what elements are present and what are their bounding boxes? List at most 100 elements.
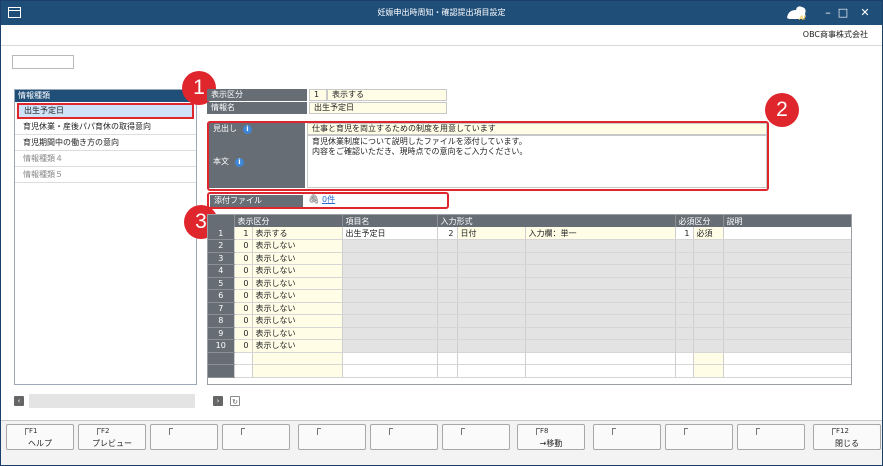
grid-format-detail[interactable] [525,239,676,253]
grid-description[interactable] [723,339,851,353]
grid-display-code[interactable]: 0 [234,339,253,353]
grid-header-item-name[interactable]: 項目名 [342,215,438,227]
maximize-button[interactable]: □ [832,1,854,25]
fkey-f1-button[interactable]: F1 ヘルプ [6,424,74,450]
fkey-empty-button-9[interactable] [593,424,661,450]
grid-required-value[interactable] [693,339,724,353]
grid-item-name[interactable] [342,314,438,328]
grid-header-input-format[interactable]: 入力形式 [437,215,676,227]
ai-assistant-icon[interactable]: AI [785,4,809,22]
grid-cell[interactable] [525,352,676,365]
grid-required-value[interactable] [693,277,724,290]
fkey-empty-button-10[interactable] [665,424,733,450]
grid-format-detail[interactable] [525,302,676,315]
fkey-f8-button[interactable]: F8 →移動 [517,424,585,450]
grid-display-value[interactable]: 表示しない [252,314,343,328]
grid-cell[interactable] [457,364,526,378]
grid-format-code[interactable] [437,277,458,290]
display-type-code[interactable]: 1 [309,89,327,101]
grid-required-value[interactable] [693,314,724,328]
grid-description[interactable] [723,289,851,303]
table-row[interactable]: 3 0 表示しない [208,252,851,265]
grid-format-value[interactable] [457,252,526,265]
grid-format-value[interactable] [457,289,526,303]
display-type-value[interactable]: 表示する [327,89,447,101]
grid-required-code[interactable] [675,314,694,328]
grid-item-name[interactable] [342,252,438,265]
grid-display-code[interactable]: 0 [234,289,253,303]
grid-description[interactable] [723,302,851,315]
grid-format-code[interactable] [437,314,458,328]
grid-scroll-right-icon[interactable]: › [213,396,223,406]
grid-required-code[interactable] [675,327,694,340]
left-scroll-left-icon[interactable]: ‹ [14,396,24,406]
grid-required-value[interactable] [693,252,724,265]
grid-display-value[interactable]: 表示しない [252,252,343,265]
grid-description[interactable] [723,327,851,340]
table-row[interactable]: 4 0 表示しない [208,264,851,278]
grid-required-code[interactable] [675,239,694,253]
grid-cell[interactable] [437,352,458,365]
table-row[interactable]: 8 0 表示しない [208,314,851,328]
grid-required-value[interactable] [693,239,724,253]
grid-cell[interactable] [525,364,676,378]
grid-required-code[interactable] [675,302,694,315]
grid-format-code[interactable] [437,339,458,353]
fkey-empty-button-6[interactable] [370,424,438,450]
grid-display-value[interactable]: 表示しない [252,264,343,278]
grid-item-name[interactable] [342,302,438,315]
grid-display-value[interactable]: 表示しない [252,339,343,353]
grid-required-code[interactable]: 1 [675,227,694,240]
grid-format-code[interactable] [437,239,458,253]
grid-header-required[interactable]: 必須区分 [675,215,724,227]
grid-item-name[interactable]: 出生予定日 [342,227,438,240]
left-horizontal-scrollbar[interactable] [29,394,195,408]
top-input-box[interactable] [12,55,74,69]
grid-cell[interactable] [723,352,851,365]
grid-format-detail[interactable] [525,252,676,265]
grid-display-code[interactable]: 0 [234,239,253,253]
grid-display-code[interactable]: 0 [234,302,253,315]
fkey-f2-button[interactable]: F2 プレビュー [78,424,146,450]
grid-cell[interactable] [252,352,343,365]
fkey-empty-button-3[interactable] [150,424,218,450]
grid-display-value[interactable]: 表示しない [252,327,343,340]
grid-required-value[interactable] [693,327,724,340]
info-type-item-5[interactable]: 情報種類５ [15,167,196,183]
grid-format-value[interactable] [457,264,526,278]
grid-cell[interactable] [437,364,458,378]
grid-header-description[interactable]: 説明 [723,215,851,227]
grid-display-value[interactable]: 表示する [252,227,343,240]
grid-format-detail[interactable]: 入力欄：単一 [525,227,676,240]
grid-cell[interactable] [693,364,724,378]
grid-display-code[interactable]: 0 [234,277,253,290]
grid-format-code[interactable] [437,327,458,340]
grid-required-code[interactable] [675,264,694,278]
fkey-empty-button-4[interactable] [222,424,290,450]
grid-display-code[interactable]: 0 [234,314,253,328]
fkey-f12-button[interactable]: F12 閉じる [813,424,881,450]
grid-item-name[interactable] [342,277,438,290]
grid-display-value[interactable]: 表示しない [252,289,343,303]
grid-format-code[interactable] [437,289,458,303]
table-row[interactable]: 7 0 表示しない [208,302,851,315]
grid-cell[interactable] [675,352,694,365]
grid-required-code[interactable] [675,252,694,265]
grid-format-value[interactable] [457,239,526,253]
grid-format-code[interactable] [437,264,458,278]
refresh-icon[interactable]: ↻ [230,396,240,406]
grid-description[interactable] [723,227,851,240]
grid-description[interactable] [723,277,851,290]
grid-cell[interactable] [342,364,438,378]
grid-description[interactable] [723,264,851,278]
info-name-field[interactable]: 出生予定日 [309,102,447,114]
table-row[interactable]: 5 0 表示しない [208,277,851,290]
grid-cell[interactable] [252,364,343,378]
grid-cell[interactable] [675,364,694,378]
grid-required-value[interactable] [693,289,724,303]
grid-format-detail[interactable] [525,264,676,278]
grid-cell[interactable] [723,364,851,378]
grid-format-detail[interactable] [525,314,676,328]
grid-cell[interactable] [693,352,724,365]
grid-item-name[interactable] [342,327,438,340]
